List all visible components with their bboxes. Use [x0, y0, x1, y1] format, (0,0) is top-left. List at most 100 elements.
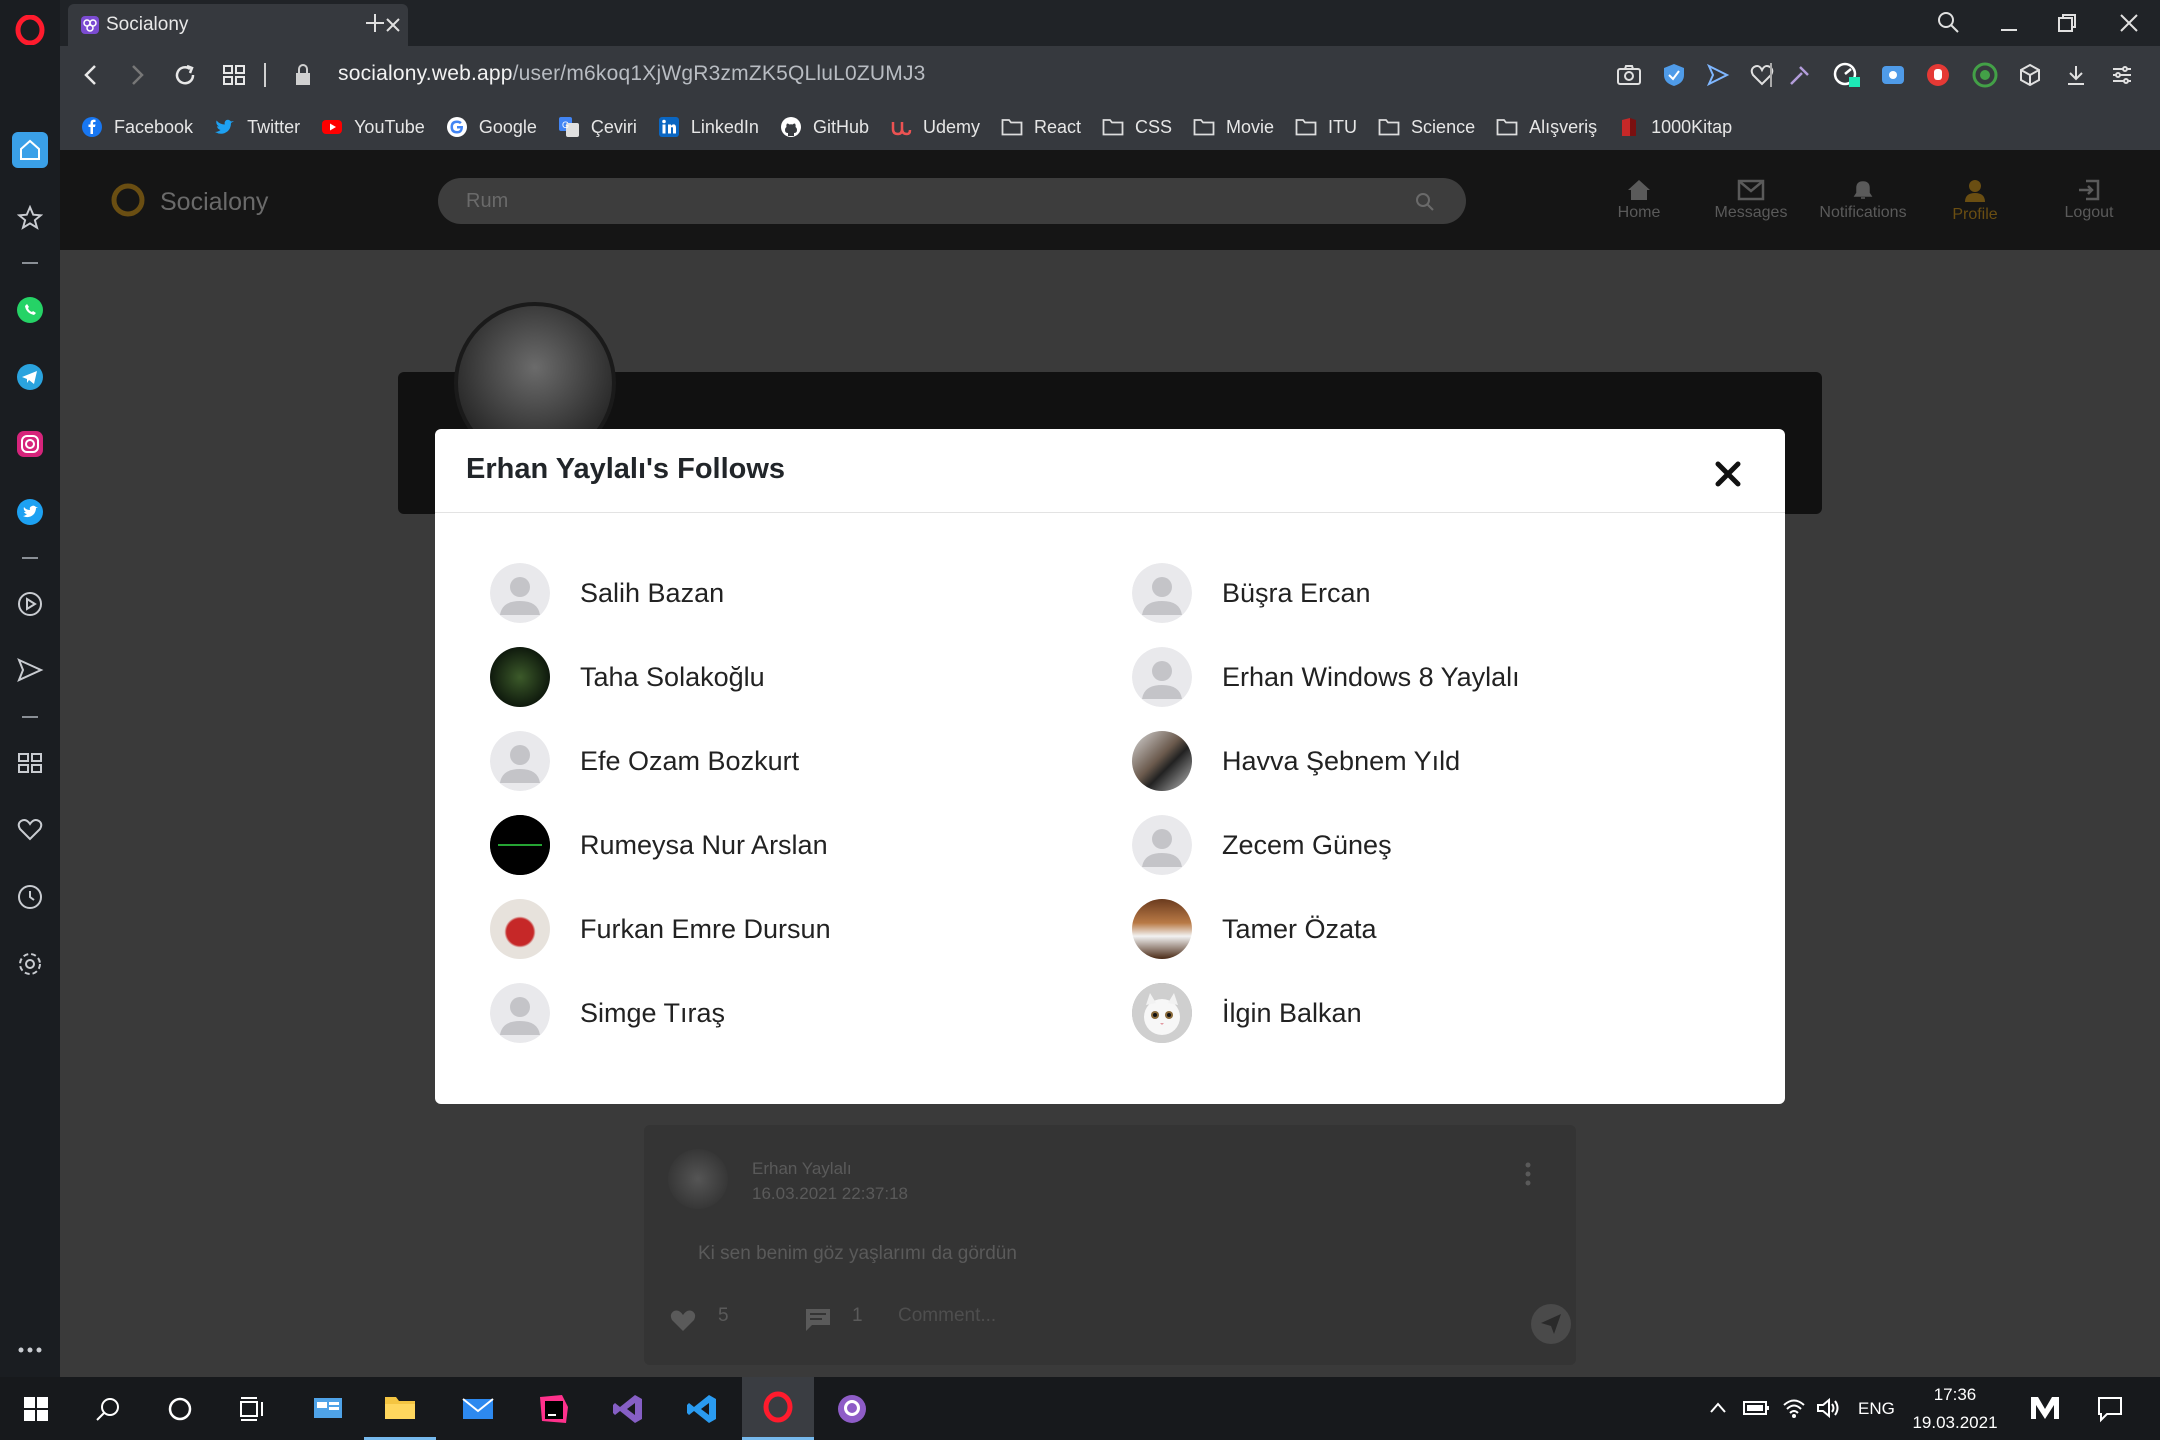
follow-name[interactable]: Efe Ozam Bozkurt [580, 746, 799, 777]
instagram-icon[interactable] [12, 426, 48, 462]
bookmark-alışveriş[interactable]: Alışveriş [1495, 115, 1597, 139]
default-avatar-icon[interactable] [490, 731, 550, 791]
workspaces-icon[interactable] [12, 745, 48, 781]
player-icon[interactable] [12, 586, 48, 622]
bookmark-facebook[interactable]: Facebook [80, 115, 193, 139]
cortana-icon[interactable] [144, 1377, 216, 1440]
control-panel-app-icon[interactable] [292, 1377, 364, 1440]
comment-bubble-icon[interactable] [804, 1307, 832, 1333]
opera-logo-icon[interactable] [12, 12, 48, 48]
nav-messages[interactable]: Messages [1691, 178, 1811, 222]
github-desktop-app-icon[interactable] [816, 1377, 888, 1440]
bookmark-twitter[interactable]: Twitter [213, 115, 300, 139]
modal-close-icon[interactable] [1713, 459, 1743, 489]
twitter-icon[interactable] [12, 494, 48, 530]
follow-item[interactable]: Taha Solakoğlu [490, 645, 765, 709]
home-speed-dial-icon[interactable] [12, 132, 48, 168]
flow-send-icon[interactable] [1706, 63, 1730, 87]
windows-start-icon[interactable] [0, 1377, 72, 1440]
back-arrow-icon[interactable] [80, 63, 102, 87]
follow-name[interactable]: Simge Tıraş [580, 998, 725, 1029]
follow-item[interactable]: Rumeysa Nur Arslan [490, 813, 828, 877]
app-search-icon[interactable] [1414, 191, 1436, 213]
tab-close-icon[interactable] [384, 16, 402, 34]
browser-tab[interactable]: Socialony [68, 4, 408, 46]
color-picker-extension-icon[interactable] [1788, 63, 1812, 87]
bookmark-udemy[interactable]: Udemy [889, 115, 980, 139]
forward-arrow-icon[interactable] [126, 63, 148, 87]
follow-name[interactable]: Salih Bazan [580, 578, 724, 609]
opera-app-icon[interactable] [742, 1377, 814, 1440]
follow-item[interactable]: Simge Tıraş [490, 981, 725, 1045]
gmail-like-app-icon[interactable] [2028, 1393, 2062, 1423]
bookmark-itu[interactable]: ITU [1294, 115, 1357, 139]
user-avatar[interactable] [1132, 731, 1192, 791]
nav-profile[interactable]: Profile [1915, 178, 2035, 224]
send-comment-icon[interactable] [1530, 1303, 1572, 1345]
tray-language[interactable]: ENG [1858, 1399, 1895, 1419]
volume-icon[interactable] [1816, 1397, 1840, 1419]
follow-name[interactable]: Havva Şebnem Yıld [1222, 746, 1460, 777]
follow-name[interactable]: Taha Solakoğlu [580, 662, 765, 693]
tab-search-icon[interactable] [1936, 10, 1960, 34]
action-center-notification-icon[interactable] [2096, 1395, 2124, 1423]
follow-name[interactable]: İlgin Balkan [1222, 998, 1362, 1029]
reload-icon[interactable] [172, 62, 198, 88]
bookmark-movie[interactable]: Movie [1192, 115, 1274, 139]
url-field[interactable]: socialony.web.app/user/m6koq1XjWgR3zmZK5… [338, 62, 926, 86]
history-clock-icon[interactable] [12, 879, 48, 915]
file-explorer-app-icon[interactable] [364, 1377, 436, 1440]
user-avatar[interactable] [1132, 983, 1192, 1043]
follow-item[interactable]: Erhan Windows 8 Yaylalı [1132, 645, 1520, 709]
mail-app-icon[interactable] [442, 1377, 514, 1440]
socialony-logo-icon[interactable] [110, 182, 146, 218]
adblock-hand-extension-icon[interactable] [1926, 62, 1950, 88]
bookmark-1000kitap[interactable]: 1000Kitap [1617, 115, 1732, 139]
tray-time[interactable]: 17:36 [1910, 1385, 2000, 1405]
star-icon[interactable] [12, 200, 48, 236]
user-avatar[interactable] [490, 815, 550, 875]
more-dots-icon[interactable] [12, 1332, 48, 1368]
app-search-input[interactable]: Rum [438, 178, 1466, 224]
new-tab-plus-icon[interactable] [364, 12, 386, 34]
bookmark-youtube[interactable]: YouTube [320, 115, 425, 139]
speed-test-extension-icon[interactable] [1832, 61, 1862, 89]
follow-name[interactable]: Rumeysa Nur Arslan [580, 830, 828, 861]
heart-icon[interactable] [12, 811, 48, 847]
follow-name[interactable]: Erhan Windows 8 Yaylalı [1222, 662, 1520, 693]
restore-window-icon[interactable] [2056, 12, 2078, 34]
comment-input[interactable]: Comment... [898, 1305, 996, 1327]
follow-item[interactable]: İlgin Balkan [1132, 981, 1362, 1045]
follow-item[interactable]: Havva Şebnem Yıld [1132, 729, 1460, 793]
bookmark-react[interactable]: React [1000, 115, 1081, 139]
nav-home[interactable]: Home [1579, 178, 1699, 222]
vscode-app-icon[interactable] [666, 1377, 738, 1440]
tray-date[interactable]: 19.03.2021 [1900, 1413, 2010, 1433]
task-view-icon[interactable] [216, 1377, 288, 1440]
vpn-shield-icon[interactable] [1662, 62, 1686, 88]
battery-icon[interactable] [1742, 1399, 1770, 1417]
target-extension-icon[interactable] [1972, 62, 1998, 88]
screen-recorder-extension-icon[interactable] [1880, 63, 1906, 87]
bookmark-css[interactable]: CSS [1101, 115, 1172, 139]
default-avatar-icon[interactable] [490, 983, 550, 1043]
app-logo-text[interactable]: Socialony [160, 188, 268, 217]
follow-name[interactable]: Zecem Güneş [1222, 830, 1392, 861]
wifi-icon[interactable] [1782, 1397, 1806, 1419]
default-avatar-icon[interactable] [1132, 815, 1192, 875]
follow-item[interactable]: Furkan Emre Dursun [490, 897, 831, 961]
bookmark-github[interactable]: GitHub [779, 115, 869, 139]
nav-notifications[interactable]: Notifications [1803, 178, 1923, 222]
like-heart-icon[interactable] [668, 1307, 698, 1333]
default-avatar-icon[interactable] [490, 563, 550, 623]
lock-icon[interactable] [294, 63, 312, 87]
settings-gear-icon[interactable] [12, 946, 48, 982]
follow-item[interactable]: Büşra Ercan [1132, 561, 1371, 625]
user-avatar[interactable] [490, 647, 550, 707]
post-author[interactable]: Erhan Yaylalı [752, 1159, 852, 1179]
easy-setup-menu-icon[interactable] [2110, 63, 2134, 87]
default-avatar-icon[interactable] [1132, 563, 1192, 623]
download-icon[interactable] [2064, 63, 2088, 87]
follow-name[interactable]: Büşra Ercan [1222, 578, 1371, 609]
follow-item[interactable]: Tamer Özata [1132, 897, 1377, 961]
